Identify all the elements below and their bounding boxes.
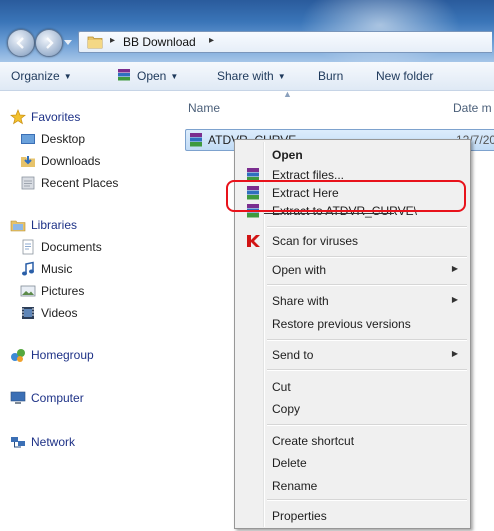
menu-item-copy-label: Copy <box>272 402 301 416</box>
menu-item-rename-label: Rename <box>272 479 318 493</box>
nav-network-label: Network <box>31 435 76 449</box>
videos-icon <box>22 307 34 319</box>
menu-item-send-to[interactable]: Send to ▶ <box>237 344 468 366</box>
homegroup-icon <box>11 349 25 362</box>
menu-item-scan-for-viruses-label: Scan for viruses <box>272 234 359 248</box>
title-bar: ▸ BB Download ▸ <box>0 0 494 62</box>
recent-places-icon <box>21 176 35 190</box>
dropdown-arrow-icon: ▼ <box>170 72 179 81</box>
menu-item-send-to-label: Send to <box>272 348 314 362</box>
column-header-date-modified[interactable]: Date m <box>453 101 492 115</box>
menu-separator <box>267 284 467 286</box>
forward-arrow-icon <box>46 37 54 49</box>
menu-item-open-with[interactable]: Open with ▶ <box>237 259 468 281</box>
libraries-icon <box>10 220 26 232</box>
menu-separator <box>267 226 467 228</box>
breadcrumb-current-folder[interactable]: BB Download <box>123 35 196 49</box>
nav-computer-label: Computer <box>31 391 84 405</box>
menu-item-open-with-label: Open with <box>272 263 327 277</box>
menu-item-scan-for-viruses[interactable]: Scan for viruses <box>237 230 468 252</box>
organize-label: Organize <box>11 69 60 83</box>
network-icon <box>11 437 25 448</box>
menu-item-share-with[interactable]: Share with ▶ <box>237 290 468 312</box>
address-bar[interactable]: ▸ BB Download ▸ <box>78 31 492 53</box>
new-folder-button[interactable]: New folder <box>376 69 433 83</box>
pictures-icon <box>20 285 36 297</box>
back-arrow-icon <box>16 37 24 49</box>
nav-documents-label: Documents <box>41 240 102 254</box>
menu-item-create-shortcut-label: Create shortcut <box>272 434 355 448</box>
menu-item-properties-label: Properties <box>272 509 327 523</box>
winrar-archive-icon <box>190 133 202 147</box>
submenu-arrow-icon: ▶ <box>451 349 458 358</box>
nav-libraries-label: Libraries <box>31 218 78 232</box>
recent-pages-dropdown-icon[interactable] <box>64 38 72 46</box>
computer-icon <box>10 391 26 404</box>
menu-item-open[interactable]: Open <box>237 144 468 166</box>
open-button[interactable]: Open ▼ <box>118 69 178 83</box>
breadcrumb-separator[interactable]: ▸ <box>209 35 214 46</box>
winrar-icon <box>118 69 130 81</box>
menu-item-copy[interactable]: Copy <box>237 398 468 420</box>
menu-item-share-with-label: Share with <box>272 294 329 308</box>
dropdown-arrow-icon: ▼ <box>277 72 286 81</box>
menu-item-restore-previous-versions[interactable]: Restore previous versions <box>237 313 468 335</box>
share-with-label: Share with <box>217 69 274 83</box>
navigation-pane: Favorites Desktop Downloads Recent Place… <box>0 91 180 531</box>
documents-icon <box>22 239 34 255</box>
star-icon <box>10 109 26 125</box>
highlight-annotation-box <box>226 180 466 212</box>
folder-icon <box>87 36 103 49</box>
nav-music-label: Music <box>41 262 73 276</box>
menu-separator <box>267 256 467 258</box>
nav-homegroup-label: Homegroup <box>31 348 94 362</box>
submenu-arrow-icon: ▶ <box>451 264 458 273</box>
menu-item-restore-previous-versions-label: Restore previous versions <box>272 317 411 331</box>
share-with-button[interactable]: Share with ▼ <box>217 69 286 83</box>
strikethrough-line <box>264 213 394 214</box>
nav-pictures-label: Pictures <box>41 284 85 298</box>
nav-videos-label: Videos <box>41 306 78 320</box>
command-bar: Organize ▼ Open ▼ Share with ▼ Burn New fol… <box>0 62 494 91</box>
menu-item-properties[interactable]: Properties <box>237 505 468 527</box>
downloads-icon <box>21 156 35 167</box>
open-label: Open <box>137 69 167 83</box>
antivirus-icon <box>247 235 260 247</box>
nav-downloads-label: Downloads <box>41 154 101 168</box>
menu-item-delete[interactable]: Delete <box>237 452 468 474</box>
menu-item-open-label: Open <box>272 148 303 162</box>
menu-item-cut[interactable]: Cut <box>237 376 468 398</box>
back-button[interactable] <box>7 29 35 57</box>
music-icon <box>22 261 34 276</box>
desktop-icon <box>21 134 35 144</box>
nav-favorites-label: Favorites <box>31 110 81 124</box>
organize-button[interactable]: Organize ▼ <box>11 69 72 83</box>
menu-item-cut-label: Cut <box>272 380 291 394</box>
forward-button[interactable] <box>35 29 63 57</box>
menu-separator <box>267 369 467 371</box>
menu-separator <box>267 424 467 426</box>
submenu-arrow-icon: ▶ <box>451 295 458 304</box>
sort-ascending-icon: ▲ <box>283 89 292 99</box>
column-header-name[interactable]: Name <box>188 101 220 115</box>
menu-item-delete-label: Delete <box>272 456 307 470</box>
menu-item-create-shortcut[interactable]: Create shortcut <box>237 430 468 452</box>
nav-recent-places-label: Recent Places <box>41 176 119 190</box>
menu-separator <box>267 339 467 341</box>
menu-separator <box>267 499 467 501</box>
breadcrumb-separator[interactable]: ▸ <box>110 35 115 46</box>
menu-item-rename[interactable]: Rename <box>237 475 468 497</box>
nav-desktop-label: Desktop <box>41 132 86 146</box>
dropdown-arrow-icon: ▼ <box>63 72 72 81</box>
burn-button[interactable]: Burn <box>318 69 343 83</box>
